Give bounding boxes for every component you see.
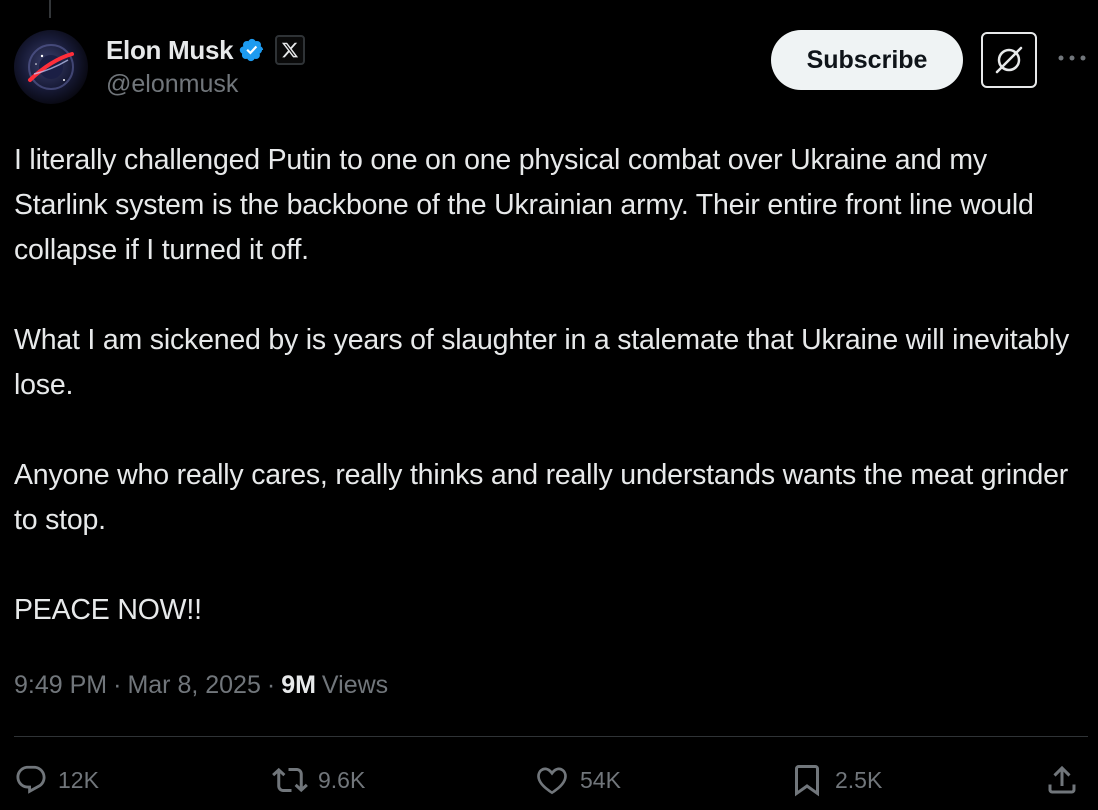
- bookmark-count: 2.5K: [835, 766, 883, 793]
- heart-icon: [537, 767, 567, 795]
- tweet-time[interactable]: 9:49 PM: [14, 671, 107, 700]
- tweet-text: I literally challenged Putin to one on o…: [14, 138, 1084, 633]
- views-count[interactable]: 9M: [281, 671, 316, 700]
- grok-slash-icon: [995, 46, 1023, 74]
- avatar[interactable]: [14, 30, 88, 104]
- share-button[interactable]: [1044, 755, 1090, 805]
- engagement-bar: 12K 9.6K 54K 2.5K: [14, 755, 1088, 805]
- galaxy-avatar-icon: [28, 44, 74, 90]
- thread-connector-line: [49, 0, 51, 18]
- bookmark-button[interactable]: 2.5K: [789, 755, 882, 805]
- subscribe-button[interactable]: Subscribe: [771, 30, 963, 90]
- author-info: Elon Musk @elonmusk: [106, 30, 306, 99]
- views-label[interactable]: Views: [322, 671, 388, 700]
- meta-separator: ·: [113, 670, 122, 699]
- reply-button[interactable]: 12K: [14, 755, 99, 805]
- more-options-button[interactable]: [1054, 40, 1090, 76]
- tweet-paragraph: Anyone who really cares, really thinks a…: [14, 459, 1069, 536]
- tweet-date[interactable]: Mar 8, 2025: [127, 671, 260, 700]
- repost-button[interactable]: 9.6K: [272, 755, 365, 805]
- reply-count: 12K: [58, 766, 99, 793]
- share-icon: [1048, 765, 1076, 794]
- tweet-paragraph: What I am sickened by is years of slaugh…: [14, 324, 1069, 401]
- like-count: 54K: [580, 766, 621, 793]
- verified-badge-icon[interactable]: [239, 37, 265, 63]
- tweet-paragraph: I literally challenged Putin to one on o…: [14, 144, 1034, 266]
- grok-button[interactable]: [981, 32, 1037, 88]
- divider: [14, 736, 1088, 737]
- more-dots-icon: [1058, 55, 1086, 61]
- bookmark-icon: [795, 765, 819, 797]
- author-handle[interactable]: @elonmusk: [106, 70, 305, 99]
- reply-icon: [16, 765, 46, 794]
- author-display-name[interactable]: Elon Musk: [106, 35, 234, 66]
- tweet-header: Elon Musk @elonmusk Subscribe: [14, 30, 1090, 110]
- x-logo-icon[interactable]: [275, 35, 306, 65]
- like-button[interactable]: 54K: [534, 755, 621, 805]
- tweet-paragraph: PEACE NOW!!: [14, 594, 202, 626]
- meta-separator: ·: [266, 670, 276, 699]
- repost-icon: [272, 767, 308, 793]
- repost-count: 9.6K: [318, 766, 366, 793]
- tweet-meta: 9:49 PM · Mar 8, 2025 · 9M Views: [14, 665, 388, 705]
